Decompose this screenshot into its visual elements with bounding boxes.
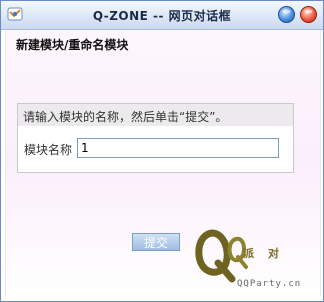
brand-name: 派对 xyxy=(243,247,293,260)
module-name-label: 模块名称 xyxy=(24,143,73,157)
minimize-button[interactable] xyxy=(278,6,295,23)
dialog-window: Q-ZONE -- 网页对话框 新建模块/重命名模块 请输入模块的名称，然后单击… xyxy=(0,0,324,302)
form-panel: 请输入模块的名称，然后单击“提交”。 模块名称 xyxy=(17,103,294,173)
panel-header: 请输入模块的名称，然后单击“提交”。 xyxy=(18,104,293,126)
qqparty-logo: 派对 QQParty.cn xyxy=(192,225,322,295)
close-button[interactable] xyxy=(300,6,317,23)
dialog-body: 新建模块/重命名模块 请输入模块的名称，然后单击“提交”。 模块名称 提交 派对 xyxy=(5,30,321,296)
page-title: 新建模块/重命名模块 xyxy=(16,38,129,52)
submit-button[interactable]: 提交 xyxy=(132,233,180,251)
window-title: Q-ZONE -- 网页对话框 xyxy=(92,9,232,23)
close-icon xyxy=(304,9,313,14)
module-name-input[interactable] xyxy=(77,138,279,158)
title-bar[interactable]: Q-ZONE -- 网页对话框 xyxy=(1,1,323,30)
minimize-icon xyxy=(282,9,291,14)
instruction-text: 请输入模块的名称，然后单击“提交”。 xyxy=(23,110,228,124)
brand-url: QQParty.cn xyxy=(237,279,302,289)
